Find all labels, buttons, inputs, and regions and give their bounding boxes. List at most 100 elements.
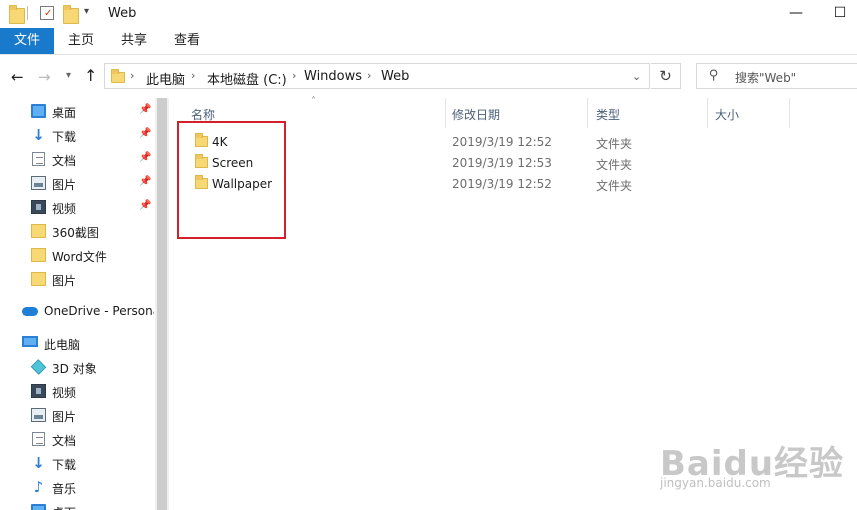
pictures-icon xyxy=(31,408,46,422)
recent-locations-icon[interactable]: ▾ xyxy=(66,70,71,81)
videos-icon xyxy=(31,384,46,398)
sidebar-item-label: 桌面 xyxy=(52,106,77,120)
sidebar-item-this-pc[interactable]: 此电脑 xyxy=(0,332,155,354)
address-bar[interactable]: › 此电脑 › 本地磁盘 (C:) › Windows › Web ⌄ xyxy=(104,63,650,89)
navigation-pane: 桌面 📌 ↓ 下载 📌 文档 📌 图片 📌 视频 📌 360截图 Word文件 … xyxy=(0,98,155,510)
document-icon xyxy=(32,152,45,166)
folder-icon xyxy=(31,248,46,262)
sidebar-item-label: 桌面 xyxy=(52,504,76,510)
pin-icon[interactable]: 📌 xyxy=(139,152,151,163)
up-arrow-icon[interactable]: ↑ xyxy=(84,66,97,85)
chevron-right-icon[interactable]: › xyxy=(191,69,195,82)
maximize-button[interactable]: ☐ xyxy=(817,0,857,28)
watermark-url: jingyan.baidu.com xyxy=(660,476,771,490)
minimize-button[interactable]: — xyxy=(773,0,819,28)
chevron-down-icon[interactable]: ⌄ xyxy=(632,70,641,83)
checkmark-icon: ✓ xyxy=(44,8,53,19)
back-arrow-icon[interactable]: ← xyxy=(11,68,24,86)
chevron-right-icon[interactable]: › xyxy=(292,69,296,82)
sidebar-item-videos[interactable]: 视频 📌 xyxy=(0,196,155,218)
sidebar-item-label: 图片 xyxy=(52,410,77,424)
sidebar-item-music[interactable]: ♪ 音乐 xyxy=(0,476,155,498)
pin-icon[interactable]: 📌 xyxy=(139,200,151,211)
navigation-bar: ← → ▾ ↑ › 此电脑 › 本地磁盘 (C:) › Windows › We… xyxy=(0,56,857,98)
folder-icon xyxy=(31,224,46,238)
file-modified: 2019/3/19 12:52 xyxy=(452,135,552,149)
sidebar-item-onedrive[interactable]: OneDrive - Personal xyxy=(0,300,155,322)
breadcrumb-web[interactable]: Web xyxy=(381,69,409,84)
sidebar-item-pc-documents[interactable]: 文档 xyxy=(0,428,155,450)
highlight-box xyxy=(177,121,286,239)
column-header-type[interactable]: 类型 xyxy=(596,106,620,123)
pictures-icon xyxy=(31,176,46,190)
sidebar-item-label: 下载 xyxy=(52,458,77,472)
document-icon xyxy=(32,432,45,446)
sidebar-item-downloads[interactable]: ↓ 下载 📌 xyxy=(0,124,155,146)
videos-icon xyxy=(31,200,46,214)
sidebar-item-pc-pictures[interactable]: 图片 xyxy=(0,404,155,426)
title-bar: ✓ ▾ Web — ☐ xyxy=(0,0,857,28)
sort-ascending-icon: ˄ xyxy=(311,96,316,107)
new-folder-icon[interactable] xyxy=(63,5,79,24)
folder-icon xyxy=(111,69,125,83)
column-divider[interactable] xyxy=(587,98,588,128)
download-icon: ↓ xyxy=(32,126,45,144)
column-divider[interactable] xyxy=(789,98,790,128)
sidebar-item-pc-downloads[interactable]: ↓ 下载 xyxy=(0,452,155,474)
ribbon: 文件 主页 共享 查看 xyxy=(0,28,857,55)
properties-icon[interactable]: ✓ xyxy=(40,6,54,20)
sidebar-item-desktop[interactable]: 桌面 📌 xyxy=(0,100,155,122)
sidebar-item-pictures-folder[interactable]: 图片 xyxy=(0,268,155,290)
chevron-right-icon[interactable]: › xyxy=(367,69,371,82)
file-type: 文件夹 xyxy=(596,158,633,172)
sidebar-item-pictures[interactable]: 图片 📌 xyxy=(0,172,155,194)
column-header-size[interactable]: 大小 xyxy=(715,106,739,123)
column-divider[interactable] xyxy=(707,98,708,128)
refresh-button[interactable]: ↻ xyxy=(651,63,681,89)
sidebar-item-label: 360截图 xyxy=(52,226,99,240)
computer-icon xyxy=(22,336,38,347)
onedrive-icon xyxy=(22,307,38,316)
search-box[interactable]: ⚲ 搜索"Web" xyxy=(696,63,857,89)
3d-objects-icon xyxy=(30,359,47,375)
watermark: Baidu经验 jingyan.baidu.com xyxy=(656,432,856,510)
sidebar-item-3d-objects[interactable]: 3D 对象 xyxy=(0,356,155,378)
sidebar-item-label: OneDrive - Personal xyxy=(44,304,154,318)
tab-home[interactable]: 主页 xyxy=(56,28,106,54)
sidebar-item-pc-videos[interactable]: 视频 xyxy=(0,380,155,402)
column-header-modified[interactable]: 修改日期 xyxy=(452,106,500,123)
sidebar-item-documents[interactable]: 文档 📌 xyxy=(0,148,155,170)
refresh-icon: ↻ xyxy=(659,67,672,85)
chevron-right-icon[interactable]: › xyxy=(130,69,134,82)
sidebar-item-label: 下载 xyxy=(52,130,77,144)
folder-icon xyxy=(9,5,25,24)
sidebar-item-360screenshot[interactable]: 360截图 xyxy=(0,220,155,242)
tab-share[interactable]: 共享 xyxy=(109,28,159,54)
sidebar-scrollbar-thumb[interactable] xyxy=(157,98,167,510)
breadcrumb-local-disk[interactable]: 本地磁盘 (C:) xyxy=(207,69,287,88)
search-placeholder: 搜索"Web" xyxy=(735,71,797,85)
sidebar-item-label: 视频 xyxy=(52,202,77,216)
pin-icon[interactable]: 📌 xyxy=(139,128,151,139)
window-title: Web xyxy=(108,6,137,21)
sidebar-item-label: 音乐 xyxy=(52,482,77,496)
sidebar-item-pc-desktop[interactable]: 桌面 xyxy=(0,500,155,510)
breadcrumb-this-pc[interactable]: 此电脑 xyxy=(146,69,185,88)
sidebar-item-label: 文档 xyxy=(52,154,77,168)
sidebar-item-label: 图片 xyxy=(52,178,77,192)
column-divider[interactable] xyxy=(445,98,446,128)
tab-file[interactable]: 文件 xyxy=(0,28,54,54)
divider xyxy=(27,6,28,20)
sidebar-item-label: Word文件 xyxy=(52,250,107,264)
tab-view[interactable]: 查看 xyxy=(162,28,212,54)
search-icon: ⚲ xyxy=(709,68,719,83)
forward-arrow-icon[interactable]: → xyxy=(38,68,51,86)
breadcrumb-windows[interactable]: Windows xyxy=(304,69,362,84)
customize-toolbar-icon[interactable]: ▾ xyxy=(84,6,100,22)
pin-icon[interactable]: 📌 xyxy=(139,104,151,115)
sidebar-item-word-files[interactable]: Word文件 xyxy=(0,244,155,266)
file-type: 文件夹 xyxy=(596,137,633,151)
pin-icon[interactable]: 📌 xyxy=(139,176,151,187)
sidebar-item-label: 文档 xyxy=(52,434,77,448)
desktop-icon xyxy=(31,104,46,118)
